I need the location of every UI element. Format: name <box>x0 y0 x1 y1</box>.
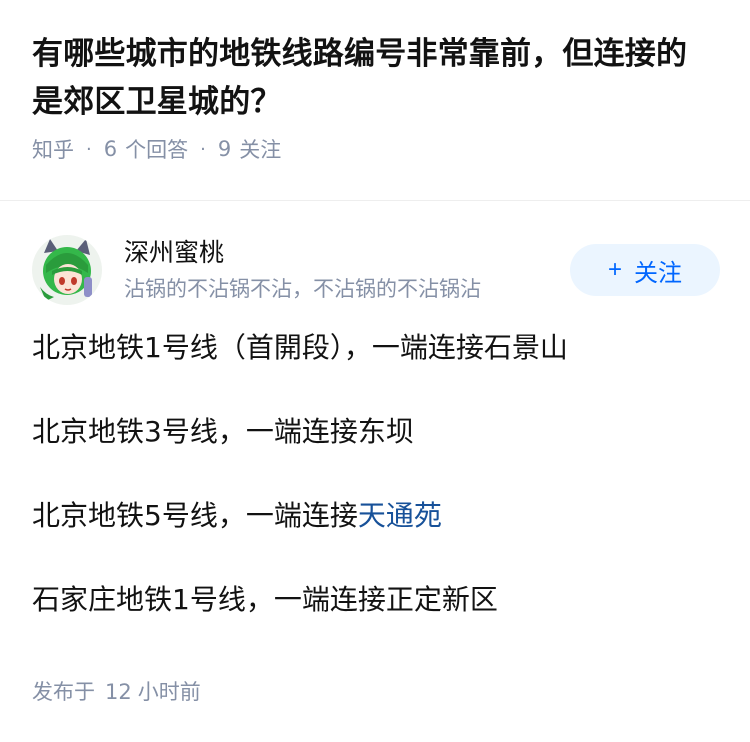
author-bio: 沾锅的不沾锅不沾，不沾锅的不沾锅沾 <box>124 277 481 301</box>
avatar[interactable] <box>32 235 102 305</box>
answer-paragraph: 北京地铁3号线，一端连接东坝 <box>32 415 414 448</box>
post-time: 发布于 12 小时前 <box>32 676 201 706</box>
source-label[interactable]: 知乎 <box>32 134 74 164</box>
page: 有哪些城市的地铁线路编号非常靠前，但连接的是郊区卫星城的？ 知乎 · 6 个回答… <box>0 0 750 742</box>
answer-card: 深州蜜桃 沾锅的不沾锅不沾，不沾锅的不沾锅沾 + 关注 <box>32 230 720 310</box>
question-title[interactable]: 有哪些城市的地铁线路编号非常靠前，但连接的是郊区卫星城的？ <box>32 30 718 126</box>
answer-paragraph: 石家庄地铁1号线，一端连接正定新区 <box>32 583 498 616</box>
question-header: 有哪些城市的地铁线路编号非常靠前，但连接的是郊区卫星城的？ 知乎 · 6 个回答… <box>0 0 750 164</box>
meta-separator: · <box>200 138 206 160</box>
tiantongyuan-link[interactable]: 天通苑 <box>358 499 442 532</box>
follow-count: 9 <box>217 137 232 161</box>
question-meta: 知乎 · 6 个回答 · 9 关注 <box>32 134 718 164</box>
meta-separator: · <box>86 138 92 160</box>
plus-icon: + <box>607 256 622 283</box>
divider <box>0 200 750 201</box>
answer-count: 6 <box>103 137 118 161</box>
follow-button[interactable]: + 关注 <box>570 244 720 296</box>
post-time-prefix: 发布于 <box>32 680 95 704</box>
avatar-image <box>32 235 102 305</box>
author-name[interactable]: 深州蜜桃 <box>124 236 570 270</box>
answer-paragraph-text: 北京地铁5号线，一端连接 <box>32 499 358 532</box>
author-info: 深州蜜桃 沾锅的不沾锅不沾，不沾锅的不沾锅沾 <box>124 236 570 304</box>
answer-content: 北京地铁1号线（首開段），一端连接石景山 北京地铁3号线，一端连接东坝 北京地铁… <box>32 330 718 666</box>
post-time-number: 12 <box>105 680 132 704</box>
answer-paragraph: 北京地铁5号线，一端连接天通苑 <box>32 498 718 534</box>
answer-paragraph: 北京地铁1号线（首開段），一端连接石景山 <box>32 331 568 364</box>
post-time-unit: 小时前 <box>137 680 201 704</box>
follow-button-label: 关注 <box>634 259 682 287</box>
author-row: 深州蜜桃 沾锅的不沾锅不沾，不沾锅的不沾锅沾 + 关注 <box>32 230 720 310</box>
answer-count-label[interactable]: 个回答 <box>125 134 188 164</box>
follow-count-label: 关注 <box>239 138 282 162</box>
